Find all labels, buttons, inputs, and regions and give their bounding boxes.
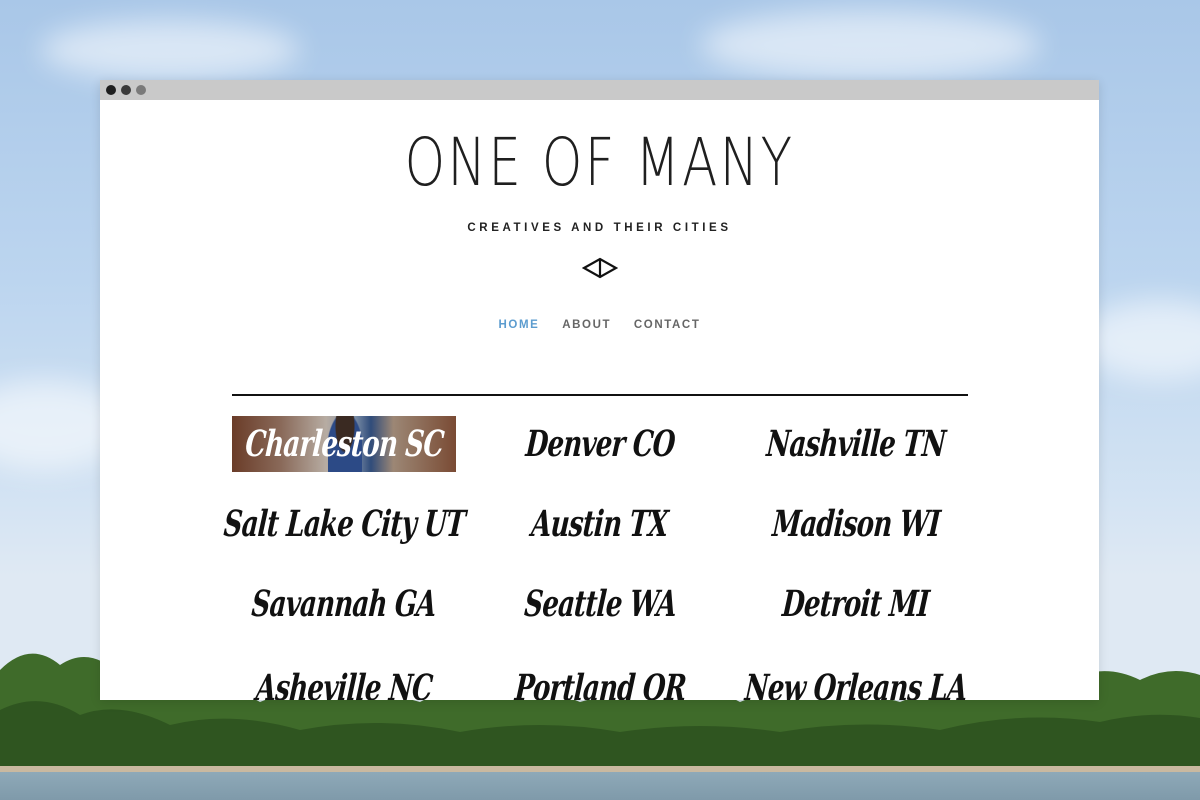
city-label: Austin TX — [530, 503, 670, 545]
city-label: New Orleans LA — [743, 667, 969, 700]
city-label: Seattle WA — [522, 583, 678, 625]
nav-contact-link[interactable]: CONTACT — [634, 319, 701, 331]
city-label: Denver CO — [524, 423, 676, 465]
city-tile-asheville[interactable]: Asheville NC — [232, 660, 456, 700]
city-tile-savannah[interactable]: Savannah GA — [232, 576, 456, 632]
city-label: Salt Lake City UT — [221, 503, 467, 545]
browser-titlebar — [100, 80, 1099, 100]
city-label: Portland OR — [513, 667, 687, 700]
city-tile-new-orleans[interactable]: New Orleans LA — [743, 660, 969, 700]
city-tile-charleston[interactable]: Charleston SC — [232, 416, 456, 472]
city-label: Madison WI — [770, 503, 942, 545]
close-dot-icon[interactable] — [106, 85, 116, 95]
section-divider — [232, 394, 968, 396]
city-label: Nashville TN — [765, 423, 947, 465]
lake-water — [0, 772, 1200, 800]
city-tile-madison[interactable]: Madison WI — [744, 496, 968, 552]
nav-about-link[interactable]: ABOUT — [562, 319, 611, 331]
browser-window: ONE OF MANY CREATIVES AND THEIR CITIES H… — [100, 80, 1099, 700]
city-tile-seattle[interactable]: Seattle WA — [488, 576, 712, 632]
nav-home-link[interactable]: HOME — [499, 319, 540, 331]
website-content: ONE OF MANY CREATIVES AND THEIR CITIES H… — [100, 100, 1099, 701]
city-tile-denver[interactable]: Denver CO — [488, 416, 712, 472]
site-title[interactable]: ONE OF MANY — [210, 130, 989, 196]
cloud — [40, 20, 300, 80]
minimize-dot-icon[interactable] — [121, 85, 131, 95]
city-tile-detroit[interactable]: Detroit MI — [744, 576, 968, 632]
city-label: Charleston SC — [243, 423, 445, 465]
site-tagline: CREATIVES AND THEIR CITIES — [467, 222, 732, 234]
city-tile-austin[interactable]: Austin TX — [488, 496, 712, 552]
city-tile-nashville[interactable]: Nashville TN — [744, 416, 968, 472]
city-label: Savannah GA — [250, 583, 438, 625]
diamond-arrow-logo-icon — [582, 257, 618, 279]
cloud — [700, 10, 1040, 80]
city-tile-salt-lake-city[interactable]: Salt Lake City UT — [222, 496, 466, 552]
city-label: Asheville NC — [254, 667, 434, 700]
city-label: Detroit MI — [781, 583, 931, 625]
city-tile-portland[interactable]: Portland OR — [488, 660, 712, 700]
maximize-dot-icon[interactable] — [136, 85, 146, 95]
main-nav: HOME ABOUT CONTACT — [100, 319, 1099, 331]
